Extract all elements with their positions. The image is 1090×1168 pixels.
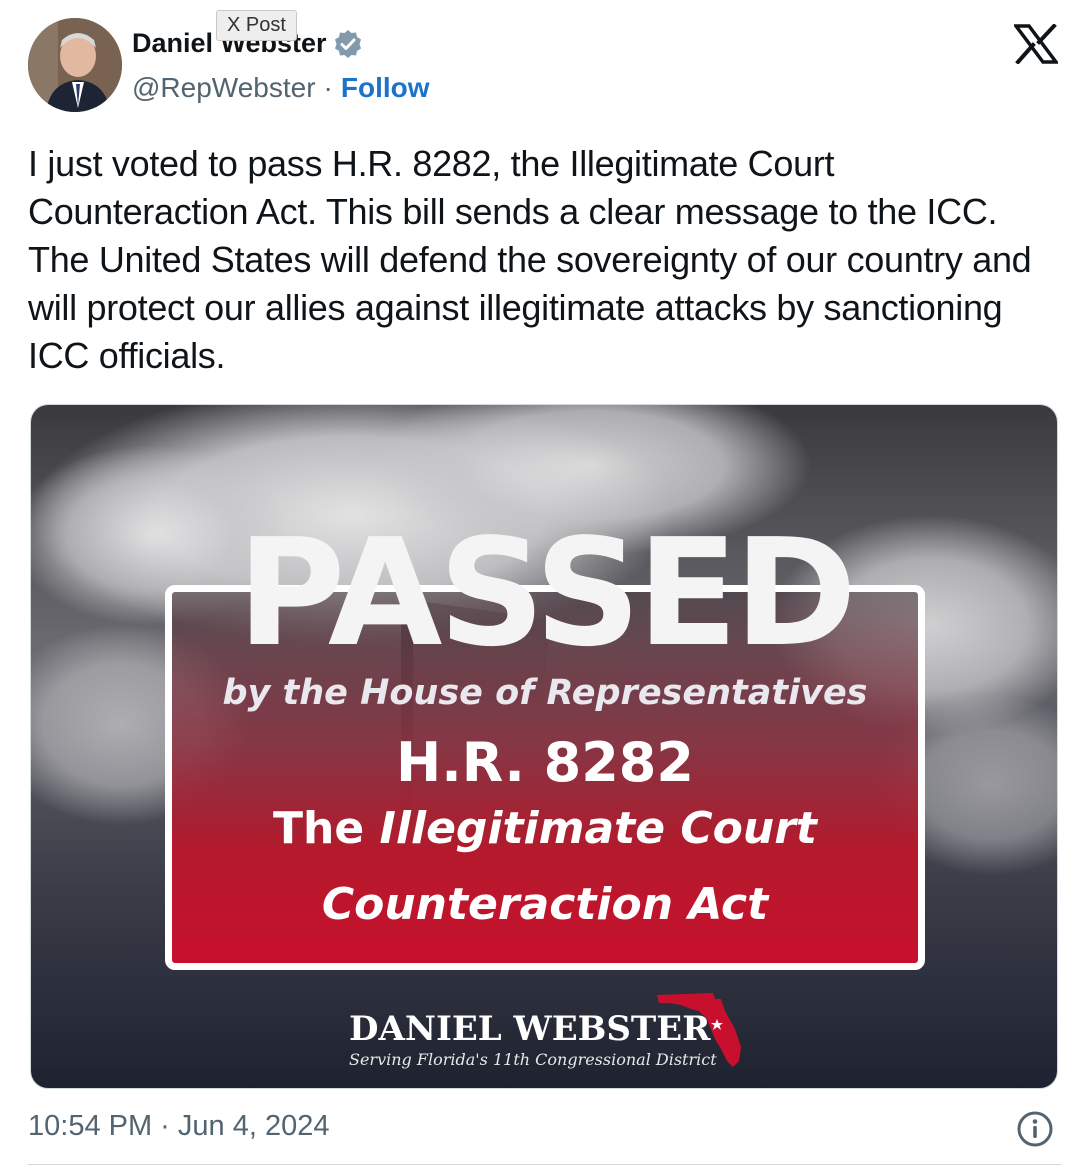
tweet-header: Daniel Webster X Post @RepWebster · Foll… <box>28 10 1062 116</box>
tweet-text: I just voted to pass H.R. 8282, the Ille… <box>28 143 1032 376</box>
author-handle-row: @RepWebster · Follow <box>132 72 430 104</box>
tweet-media-image[interactable]: PASSED by the House of Representatives H… <box>30 404 1058 1089</box>
follow-button[interactable]: Follow <box>341 72 430 104</box>
bottom-divider <box>28 1164 1062 1165</box>
act-title-line1: The Illegitimate Court <box>31 803 1057 854</box>
tweet-timestamp[interactable]: 10:54 PM · Jun 4, 2024 <box>28 1110 329 1143</box>
tooltip: X Post <box>216 10 297 41</box>
x-logo-icon[interactable] <box>1012 23 1060 65</box>
act-title-line2: Counteraction Act <box>321 879 769 930</box>
act-title-italic: Illegitimate Court <box>379 803 817 854</box>
house-subline: by the House of Representatives <box>222 673 868 713</box>
florida-map-icon <box>655 989 745 1069</box>
info-icon[interactable] <box>1016 1110 1054 1148</box>
act-title-prefix: The <box>273 803 380 854</box>
bill-number: H.R. 8282 <box>396 731 694 794</box>
avatar[interactable] <box>28 18 122 112</box>
passed-headline: PASSED <box>237 507 857 679</box>
verified-badge-icon <box>333 29 363 59</box>
separator: · <box>323 72 333 103</box>
author-handle[interactable]: @RepWebster <box>132 72 316 104</box>
